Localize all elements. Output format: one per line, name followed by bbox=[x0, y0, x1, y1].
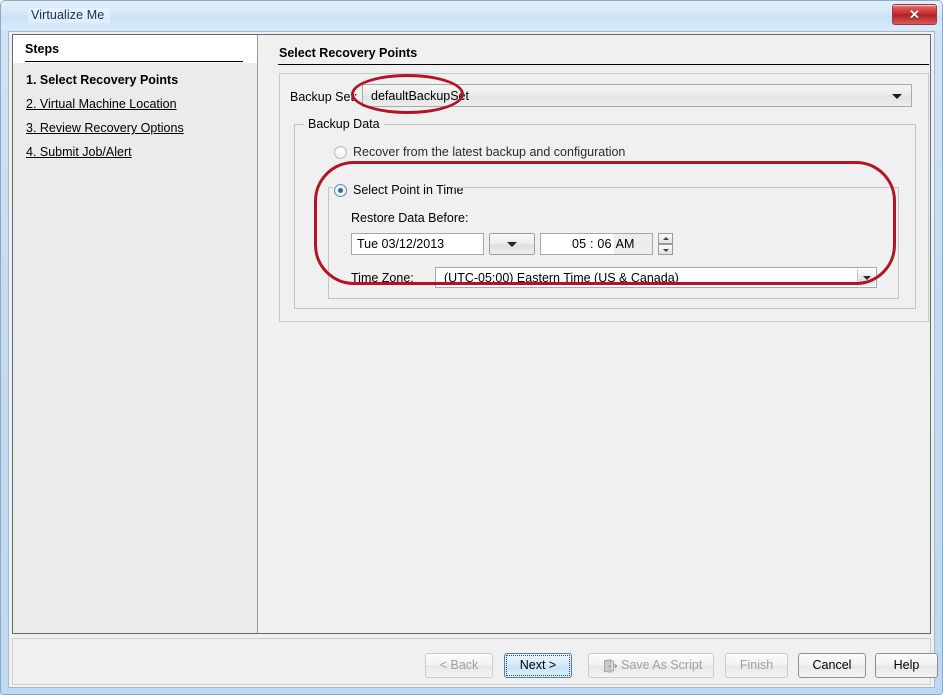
steps-sidebar: Steps 1. Select Recovery Points 2. Virtu… bbox=[13, 35, 258, 633]
back-button: < Back bbox=[425, 653, 493, 678]
backup-set-label: Backup Set: bbox=[290, 90, 357, 104]
client-area: Steps 1. Select Recovery Points 2. Virtu… bbox=[8, 31, 935, 688]
sidebar-header: Steps bbox=[13, 35, 257, 63]
page-title-rule bbox=[278, 64, 929, 65]
restore-time-input[interactable]: 05 : 06 AM bbox=[540, 233, 653, 255]
timezone-value: (UTC-05:00) Eastern Time (US & Canada) bbox=[444, 271, 679, 285]
backup-set-dropdown[interactable]: defaultBackupSet bbox=[362, 84, 912, 107]
sidebar-header-label: Steps bbox=[25, 42, 59, 56]
save-script-icon bbox=[603, 659, 617, 673]
recovery-points-panel: Backup Set: defaultBackupSet Backup Data… bbox=[279, 73, 929, 322]
sidebar-header-rule bbox=[25, 61, 243, 62]
window-title: Virtualize Me bbox=[28, 8, 110, 23]
finish-button: Finish bbox=[725, 653, 788, 678]
restore-time-value: 05 : 06 bbox=[541, 237, 612, 251]
time-stepper[interactable] bbox=[658, 233, 673, 255]
restore-date-input[interactable]: Tue 03/12/2013 bbox=[351, 233, 484, 255]
radio-recover-latest-label: Recover from the latest backup and confi… bbox=[353, 145, 625, 159]
save-as-script-label: Save As Script bbox=[621, 654, 709, 677]
sidebar-item-virtual-machine-location[interactable]: 2. Virtual Machine Location bbox=[26, 97, 257, 112]
radio-button-icon-unchecked bbox=[334, 146, 347, 159]
close-button[interactable]: ✕ bbox=[892, 4, 937, 25]
chevron-down-icon[interactable] bbox=[857, 269, 875, 286]
backup-data-legend: Backup Data bbox=[304, 117, 384, 131]
group-border-right-stub bbox=[453, 187, 898, 188]
help-button[interactable]: Help bbox=[875, 653, 938, 678]
restore-data-before-label: Restore Data Before: bbox=[351, 211, 468, 225]
stepper-down-icon[interactable] bbox=[658, 244, 673, 255]
close-icon: ✕ bbox=[893, 5, 936, 24]
steps-list: 1. Select Recovery Points 2. Virtual Mac… bbox=[13, 73, 257, 169]
restore-time-ampm[interactable]: AM bbox=[614, 234, 652, 254]
chevron-down-icon bbox=[892, 94, 902, 99]
application-window: Virtualize Me ✕ Steps 1. Select Recovery… bbox=[0, 0, 943, 695]
focus-ring bbox=[506, 655, 570, 676]
sidebar-item-submit-job-alert[interactable]: 4. Submit Job/Alert bbox=[26, 145, 257, 160]
main-panel: Select Recovery Points Backup Set: defau… bbox=[259, 35, 930, 633]
stepper-up-icon[interactable] bbox=[658, 233, 673, 244]
calendar-dropdown-button[interactable] bbox=[489, 233, 535, 255]
sidebar-item-select-recovery-points[interactable]: 1. Select Recovery Points bbox=[26, 73, 257, 88]
point-in-time-fields-group: Restore Data Before: Tue 03/12/2013 05 :… bbox=[328, 187, 899, 299]
group-border-left-stub bbox=[329, 187, 333, 188]
dialog-button-bar: < Back Next > Save As Script Finish Canc… bbox=[12, 638, 931, 685]
next-button[interactable]: Next > bbox=[504, 653, 572, 678]
timezone-label: Time Zone: bbox=[351, 271, 414, 285]
restore-date-value: Tue 03/12/2013 bbox=[357, 237, 444, 251]
timezone-dropdown[interactable]: (UTC-05:00) Eastern Time (US & Canada) bbox=[435, 267, 877, 288]
cancel-button[interactable]: Cancel bbox=[798, 653, 866, 678]
backup-data-group: Backup Data Recover from the latest back… bbox=[294, 124, 916, 309]
page-title: Select Recovery Points bbox=[279, 46, 417, 60]
save-as-script-button: Save As Script bbox=[588, 653, 714, 678]
title-bar: Virtualize Me ✕ bbox=[1, 1, 942, 30]
content-region: Steps 1. Select Recovery Points 2. Virtu… bbox=[12, 34, 931, 634]
sidebar-item-review-recovery-options[interactable]: 3. Review Recovery Options bbox=[26, 121, 257, 136]
backup-set-value: defaultBackupSet bbox=[371, 89, 469, 103]
